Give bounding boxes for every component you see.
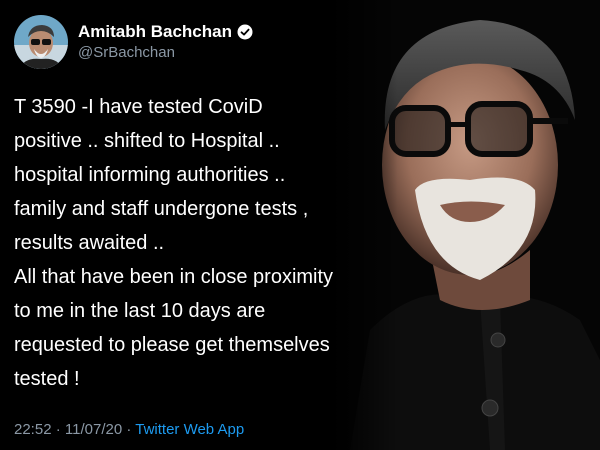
tweet-meta: 22:52 · 11/07/20 · Twitter Web App: [14, 420, 244, 440]
tweet-line: to me in the last 10 days are: [14, 300, 266, 322]
avatar[interactable]: [14, 15, 68, 69]
user-identity: Amitabh Bachchan @SrBachchan: [78, 21, 253, 63]
meta-separator: ·: [51, 421, 65, 438]
user-handle[interactable]: @SrBachchan: [78, 43, 253, 63]
name-row: Amitabh Bachchan: [78, 21, 253, 43]
tweet-body: T 3590 -I have tested CoviD positive .. …: [14, 90, 374, 396]
display-name[interactable]: Amitabh Bachchan: [78, 21, 232, 43]
meta-separator: ·: [122, 421, 136, 438]
source-app-link[interactable]: Twitter Web App: [135, 421, 244, 438]
tweet-time[interactable]: 22:52: [14, 421, 52, 438]
tweet-line: requested to please get themselves: [14, 334, 330, 356]
tweet-date[interactable]: 11/07/20: [65, 421, 122, 438]
verified-badge-icon: [237, 24, 253, 40]
tweet-line: tested !: [14, 368, 80, 390]
tweet-line: All that have been in close proximity: [14, 266, 334, 288]
tweet-header: Amitabh Bachchan @SrBachchan: [14, 14, 253, 70]
tweet-line: T 3590 -I have tested CoviD: [14, 96, 263, 118]
screenshot-canvas: Amitabh Bachchan @SrBachchan T 3590 -I h…: [0, 0, 600, 450]
tweet-line: family and staff undergone tests ,: [14, 198, 309, 220]
tweet-line: results awaited ..: [14, 232, 165, 254]
tweet-line: hospital informing authorities ..: [14, 164, 286, 186]
tweet-card: Amitabh Bachchan @SrBachchan T 3590 -I h…: [0, 0, 370, 450]
tweet-line: positive .. shifted to Hospital ..: [14, 130, 280, 152]
